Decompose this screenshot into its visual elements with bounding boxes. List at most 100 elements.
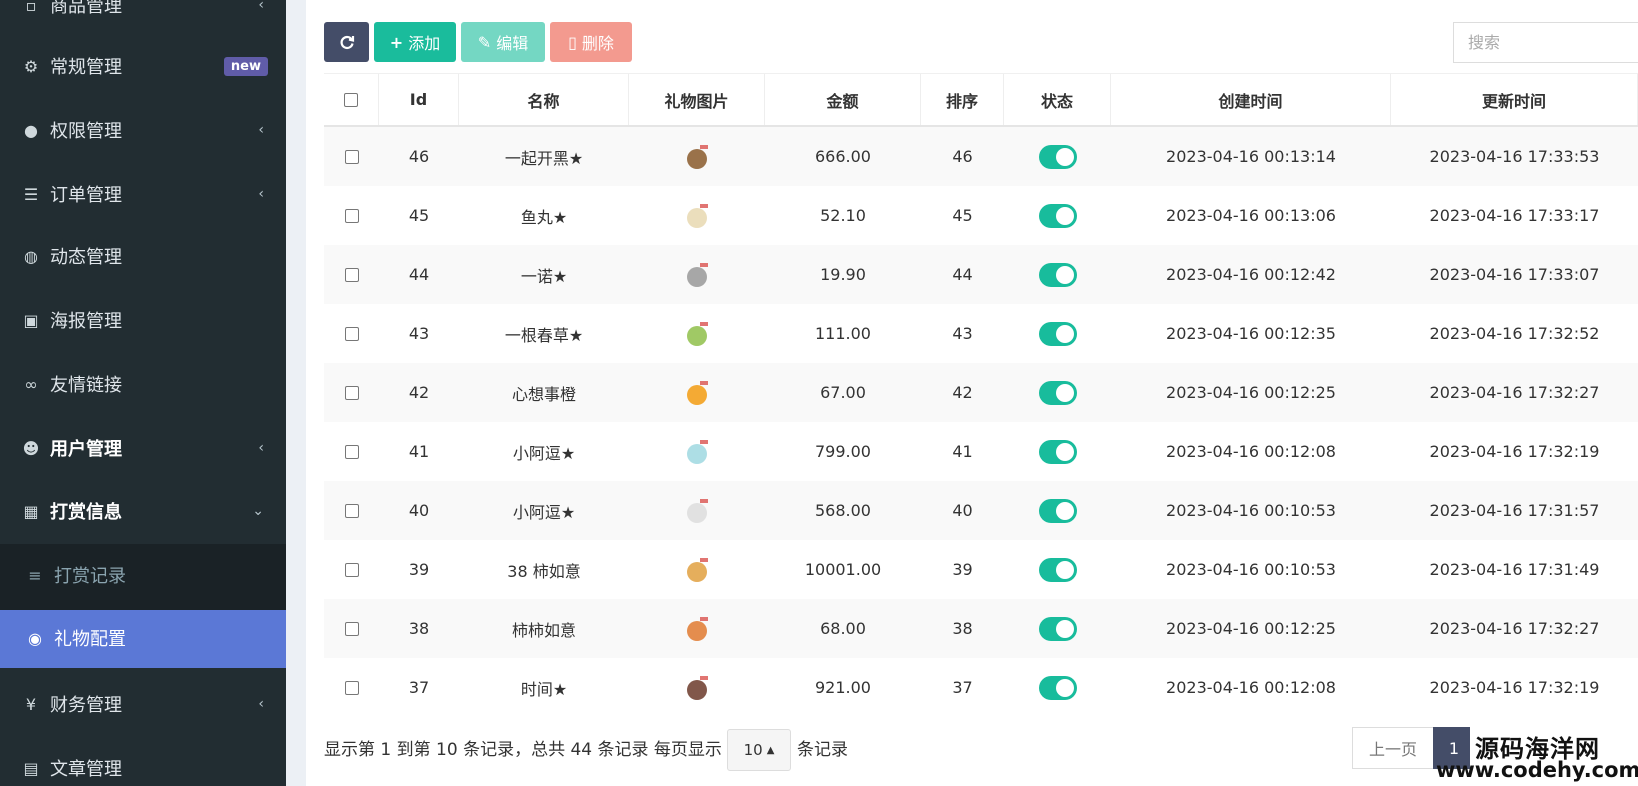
table-row[interactable]: 43 一根春草★ 111.00 43 2023-04-16 00:12:35 2023-0… xyxy=(324,304,1638,363)
cell-name: 柿柿如意 xyxy=(511,620,576,640)
cell-amount: 52.10 xyxy=(820,206,866,225)
row-checkbox-cell xyxy=(324,363,379,422)
cell-created: 2023-04-16 00:12:35 xyxy=(1166,324,1336,343)
table-row[interactable]: 41 小阿逗★ 799.00 41 2023-04-16 00:12:08 2023-04… xyxy=(324,422,1638,481)
table-row[interactable]: 38 柿柿如意 68.00 38 2023-04-16 00:12:25 2023-04-… xyxy=(324,599,1638,658)
gift-image[interactable] xyxy=(680,258,714,292)
status-toggle[interactable] xyxy=(1038,498,1077,523)
table-row[interactable]: 45 鱼丸★ 52.10 45 2023-04-16 00:13:06 2023-04-1… xyxy=(324,186,1638,245)
row-checkbox[interactable] xyxy=(344,208,359,223)
gift-image[interactable] xyxy=(680,494,714,528)
status-toggle[interactable] xyxy=(1038,321,1077,346)
row-checkbox-cell xyxy=(324,599,379,658)
sidebar-item-posters[interactable]: ▣ 海报管理 xyxy=(0,302,286,338)
sidebar-item-finance[interactable]: ¥ 财务管理 ‹ xyxy=(0,686,286,722)
sidebar-item-permissions[interactable]: ● 权限管理 ‹ xyxy=(0,112,286,148)
cell-amount: 799.00 xyxy=(815,442,871,461)
sidebar-item-articles[interactable]: ▤ 文章管理 xyxy=(0,750,286,786)
row-checkbox-cell xyxy=(324,245,379,304)
delete-button[interactable]: ▯ 删除 xyxy=(550,22,632,62)
cell-created: 2023-04-16 00:12:25 xyxy=(1166,383,1336,402)
row-checkbox[interactable] xyxy=(344,621,359,636)
edit-button[interactable]: ✎ 编辑 xyxy=(461,22,545,62)
status-toggle[interactable] xyxy=(1038,616,1077,641)
sidebar-item-users[interactable]: ☻ 用户管理 ‹ xyxy=(0,430,286,466)
row-checkbox[interactable] xyxy=(344,444,359,459)
cell-name: 心想事橙 xyxy=(511,384,576,404)
records-suffix: 条记录 xyxy=(797,740,848,760)
gift-thumbnail-icon xyxy=(687,144,708,169)
sidebar-item-links[interactable]: ∞ 友情链接 xyxy=(0,366,286,402)
table-row[interactable]: 40 小阿逗★ 568.00 40 2023-04-16 00:10:53 2023-04… xyxy=(324,481,1638,540)
row-checkbox[interactable] xyxy=(344,326,359,341)
status-toggle[interactable] xyxy=(1038,675,1077,700)
table-row[interactable]: 42 心想事橙 67.00 42 2023-04-16 00:12:25 2023-04-… xyxy=(324,363,1638,422)
table-row[interactable]: 39 38 柿如意 10001.00 39 2023-04-16 00:10:53 202… xyxy=(324,540,1638,599)
cell-amount: 10001.00 xyxy=(804,560,882,579)
cell-image xyxy=(629,658,765,717)
gift-image[interactable] xyxy=(680,612,714,646)
table-row[interactable]: 37 时间★ 921.00 37 2023-04-16 00:12:08 2023-04-… xyxy=(324,658,1638,717)
col-sort[interactable]: 排序 xyxy=(921,74,1004,125)
col-name[interactable]: 名称 xyxy=(459,74,629,125)
table-row[interactable]: 46 一起开黑★ 666.00 46 2023-04-16 00:13:14 2023-0… xyxy=(324,127,1638,186)
cell-image xyxy=(629,127,765,186)
sidebar-item-rewards[interactable]: ▦ 打赏信息 ⌄ xyxy=(0,493,286,529)
prev-page-button[interactable]: 上一页 xyxy=(1352,727,1434,769)
sidebar-item-products[interactable]: ▫ 商品管理 ‹ xyxy=(0,0,286,20)
col-updated[interactable]: 更新时间 xyxy=(1391,74,1638,125)
row-checkbox[interactable] xyxy=(344,680,359,695)
cell-created: 2023-04-16 00:10:53 xyxy=(1166,560,1336,579)
gift-image[interactable] xyxy=(680,435,714,469)
row-checkbox[interactable] xyxy=(344,149,359,164)
row-checkbox[interactable] xyxy=(344,562,359,577)
sidebar-item-moments[interactable]: ◍ 动态管理 xyxy=(0,238,286,274)
cell-amount: 68.00 xyxy=(820,619,866,638)
col-created[interactable]: 创建时间 xyxy=(1111,74,1391,125)
status-toggle[interactable] xyxy=(1038,203,1077,228)
cell-updated: 2023-04-16 17:31:57 xyxy=(1429,501,1600,520)
sidebar-item-gift-config[interactable]: ◉ 礼物配置 xyxy=(0,620,286,656)
cell-sort: 43 xyxy=(952,324,973,343)
image-icon: ▣ xyxy=(23,310,39,330)
gift-thumbnail-icon xyxy=(687,675,708,700)
col-amount[interactable]: 金额 xyxy=(765,74,921,125)
list-icon: ☰ xyxy=(23,184,39,204)
search-input[interactable] xyxy=(1453,22,1638,63)
cube-icon: ◉ xyxy=(28,628,42,648)
gift-image[interactable] xyxy=(680,671,714,705)
sidebar-item-general[interactable]: ⚙ 常规管理 new xyxy=(0,48,286,84)
col-id[interactable]: Id xyxy=(379,74,459,125)
gift-image[interactable] xyxy=(680,199,714,233)
row-checkbox[interactable] xyxy=(344,267,359,282)
cell-id: 46 xyxy=(408,147,430,166)
users-icon: ● xyxy=(24,120,38,140)
sidebar-item-orders[interactable]: ☰ 订单管理 ‹ xyxy=(0,176,286,212)
cell-updated: 2023-04-16 17:32:27 xyxy=(1429,619,1600,638)
cell-sort: 46 xyxy=(952,147,973,166)
status-toggle[interactable] xyxy=(1038,557,1077,582)
page-size-dropdown[interactable]: 10 ▲ xyxy=(727,729,791,771)
select-all-checkbox[interactable] xyxy=(344,92,358,107)
status-toggle[interactable] xyxy=(1038,144,1077,169)
status-toggle[interactable] xyxy=(1038,380,1077,405)
cell-updated: 2023-04-16 17:33:07 xyxy=(1429,265,1600,284)
gift-image[interactable] xyxy=(680,317,714,351)
cell-sort: 41 xyxy=(952,442,973,461)
gift-image[interactable] xyxy=(680,376,714,410)
sidebar-item-reward-records[interactable]: ≡ 打赏记录 xyxy=(0,557,286,593)
row-checkbox[interactable] xyxy=(344,385,359,400)
cell-image xyxy=(629,304,765,363)
table-row[interactable]: 44 一诺★ 19.90 44 2023-04-16 00:12:42 2023-04-1… xyxy=(324,245,1638,304)
gift-image[interactable] xyxy=(680,553,714,587)
row-checkbox[interactable] xyxy=(344,503,359,518)
gift-image[interactable] xyxy=(680,140,714,174)
status-toggle[interactable] xyxy=(1038,262,1077,287)
link-icon: ∞ xyxy=(24,374,38,394)
col-image: 礼物图片 xyxy=(629,74,765,125)
status-toggle[interactable] xyxy=(1038,439,1077,464)
add-button[interactable]: + 添加 xyxy=(374,22,456,62)
cell-created: 2023-04-16 00:13:06 xyxy=(1166,206,1336,225)
refresh-button[interactable] xyxy=(324,22,369,62)
cell-status xyxy=(1004,245,1111,304)
